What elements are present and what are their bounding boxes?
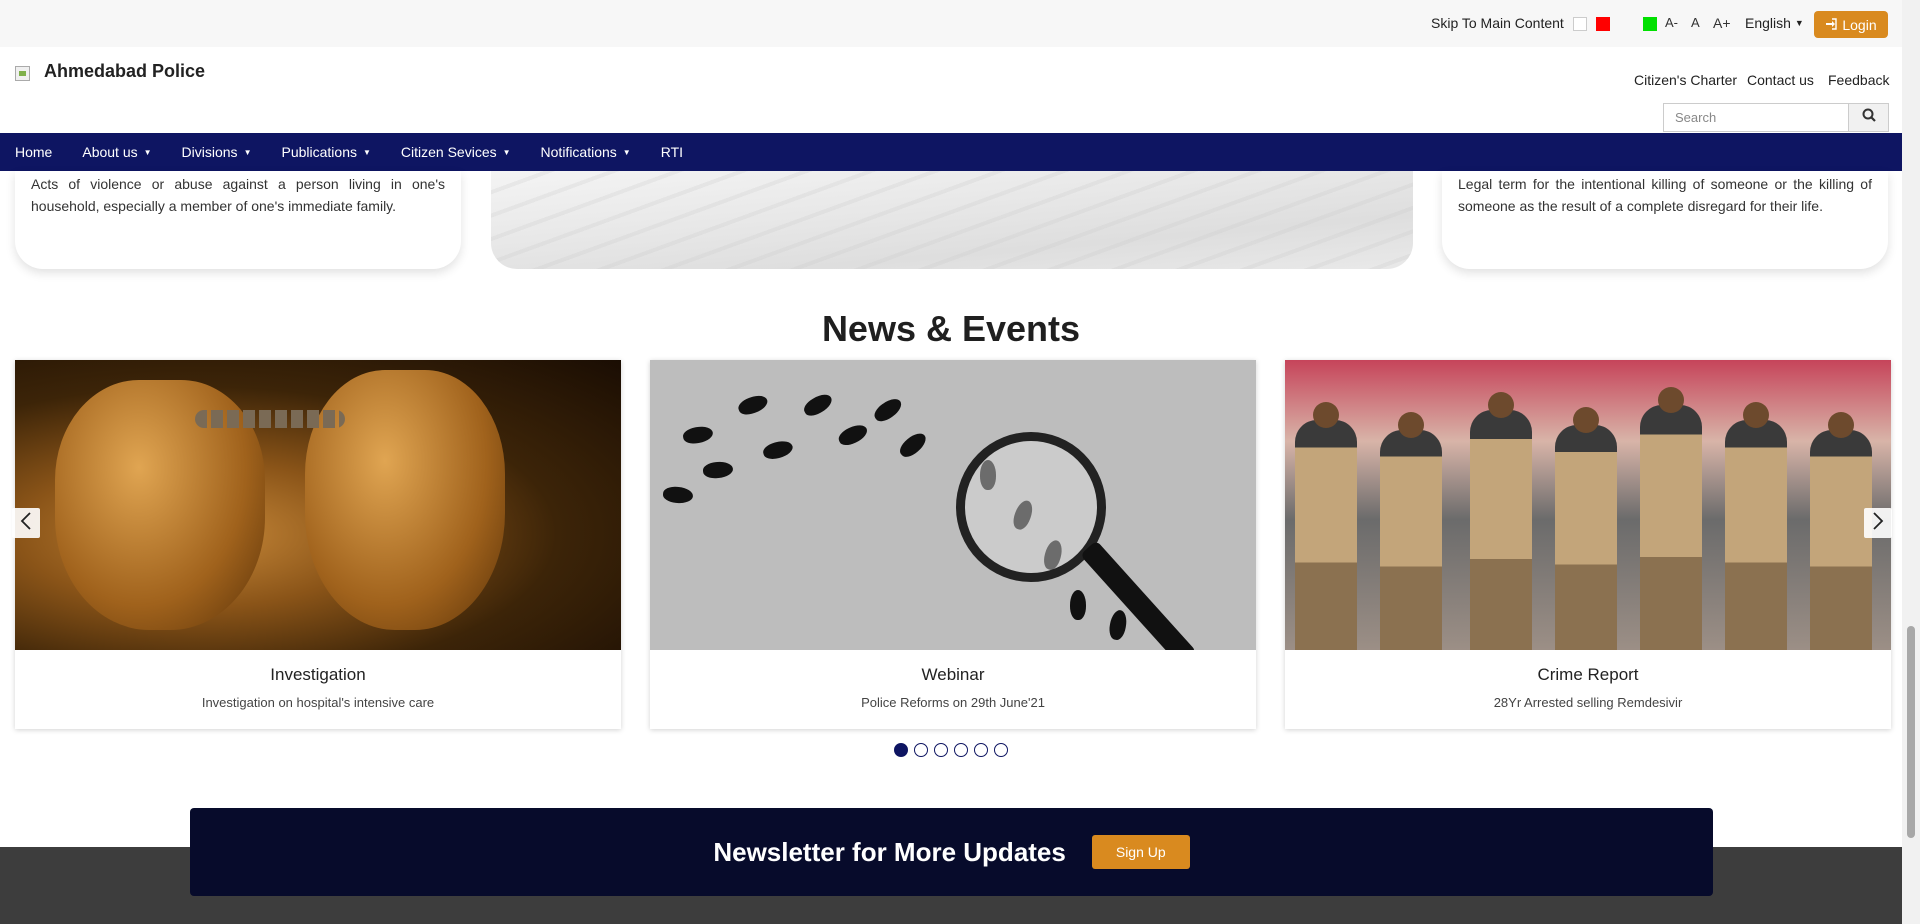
news-card[interactable]: Crime Report 28Yr Arrested selling Remde… [1285,360,1891,729]
newsletter-banner: Newsletter for More Updates Sign Up [190,808,1713,896]
nav-item-label: Publications [281,144,357,160]
font-decrease-button[interactable]: A- [1665,15,1678,30]
news-card[interactable]: Webinar Police Reforms on 29th June'21 [650,360,1256,729]
carousel-dot[interactable] [914,743,928,757]
page-scrollbar[interactable] [1902,0,1920,924]
font-reset-button[interactable]: A [1691,15,1700,30]
login-button[interactable]: Login [1814,11,1888,38]
contact-us-link[interactable]: Contact us [1747,72,1814,88]
carousel-next-button[interactable] [1864,508,1892,538]
footprint-shape [761,438,795,462]
nav-item-publications[interactable]: Publications ▼ [266,133,385,171]
scrollbar-thumb[interactable] [1907,626,1915,838]
search-icon [1862,108,1876,127]
nav-item-label: Divisions [181,144,238,160]
carousel-pagination [894,743,1008,757]
photo-chain-shape [195,410,345,428]
news-card-subtitle: Police Reforms on 29th June'21 [861,695,1045,710]
footprint-shape [836,421,870,449]
news-card-title: Investigation [270,665,366,684]
news-card-subtitle: 28Yr Arrested selling Remdesivir [1493,695,1683,710]
footprint-shape [1070,590,1086,620]
caret-down-icon: ▼ [502,147,511,157]
news-card-title: Webinar [921,665,985,684]
news-events-heading: News & Events [821,308,1081,349]
login-label: Login [1842,16,1877,33]
featured-photo [491,171,1413,269]
caret-down-icon: ▼ [362,147,371,157]
nav-item-rti[interactable]: RTI [646,133,698,171]
carousel-dot[interactable] [894,743,908,757]
officer-figure [1555,407,1617,650]
citizens-charter-link[interactable]: Citizen's Charter [1634,72,1737,88]
theme-green-swatch[interactable] [1643,17,1657,31]
site-header: Ahmedabad Police Citizen's Charter Conta… [0,47,1902,133]
crime-card-description: Legal term for the intentional killing o… [1458,176,1872,214]
site-logo-image[interactable] [15,66,30,81]
officer-figure [1640,387,1702,650]
language-select[interactable]: English ▼ [1745,15,1804,31]
theme-red-swatch[interactable] [1596,17,1610,31]
footprint-shape [736,392,770,418]
news-card-subtitle: Investigation on hospital's intensive ca… [201,695,435,710]
footprint-shape [662,485,694,505]
officer-figure [1380,412,1442,650]
chevron-down-icon: ▼ [1794,18,1804,28]
footprint-shape [1107,608,1129,642]
nav-item-divisions[interactable]: Divisions ▼ [167,133,267,171]
feedback-link[interactable]: Feedback [1828,72,1889,88]
search-box [1663,103,1889,132]
caret-down-icon: ▼ [143,147,152,157]
news-card-title: Crime Report [1537,665,1639,684]
officer-figure [1810,412,1872,650]
carousel-dot[interactable] [934,743,948,757]
footprint-shape [871,394,905,426]
domestic-violence-card[interactable]: Acts of violence or abuse against a pers… [15,171,461,269]
officer-figure [1295,402,1357,650]
chevron-left-icon [20,511,32,535]
footprint-shape [702,460,734,480]
main-nav: Home About us ▼ Divisions ▼ Publications ▼ … [0,133,1902,171]
footprint-shape [681,424,715,446]
nav-item-citizen-services[interactable]: Citizen Sevices ▼ [386,133,526,171]
magnifying-glass-footprints-photo [650,360,1256,650]
carousel-dot[interactable] [994,743,1008,757]
skip-to-main-content-link[interactable]: Skip To Main Content [1431,15,1564,31]
nav-item-notifications[interactable]: Notifications ▼ [526,133,646,171]
handcuffs-photo [15,360,621,650]
carousel-dot[interactable] [974,743,988,757]
language-label: English [1745,15,1791,31]
caret-down-icon: ▼ [622,147,631,157]
magnifier-handle-shape [1080,540,1197,650]
crime-card-description: Acts of violence or abuse against a pers… [31,176,445,214]
search-button[interactable] [1848,104,1888,131]
nav-item-label: Citizen Sevices [400,144,497,160]
nav-item-home[interactable]: Home [0,133,67,171]
photo-hand-shape [305,370,505,630]
police-officers-photo [1285,360,1891,650]
carousel-prev-button[interactable] [12,508,40,538]
nav-item-label: Notifications [540,144,617,160]
site-title[interactable]: Ahmedabad Police [44,61,205,82]
footprint-shape [896,429,930,461]
font-increase-button[interactable]: A+ [1713,15,1731,31]
utility-bar: Skip To Main Content A- A A+ English ▼ Lo… [0,0,1902,47]
newsletter-title: Newsletter for More Updates [713,836,1066,867]
nav-item-label: RTI [660,144,684,160]
carousel-dot[interactable] [954,743,968,757]
nav-item-label: Home [15,144,53,160]
officer-figure [1725,402,1787,650]
nav-item-label: About us [82,144,138,160]
news-card[interactable]: Investigation Investigation on hospital'… [15,360,621,729]
nav-item-about-us[interactable]: About us ▼ [67,133,166,171]
homicide-card[interactable]: Legal term for the intentional killing o… [1442,171,1888,269]
signup-button[interactable]: Sign Up [1091,835,1190,869]
caret-down-icon: ▼ [243,147,252,157]
sign-in-icon [1825,17,1838,33]
chevron-right-icon [1872,511,1884,535]
search-input[interactable] [1664,104,1850,131]
footprint-shape [801,390,835,420]
theme-white-swatch[interactable] [1573,17,1587,31]
officer-figure [1470,392,1532,650]
